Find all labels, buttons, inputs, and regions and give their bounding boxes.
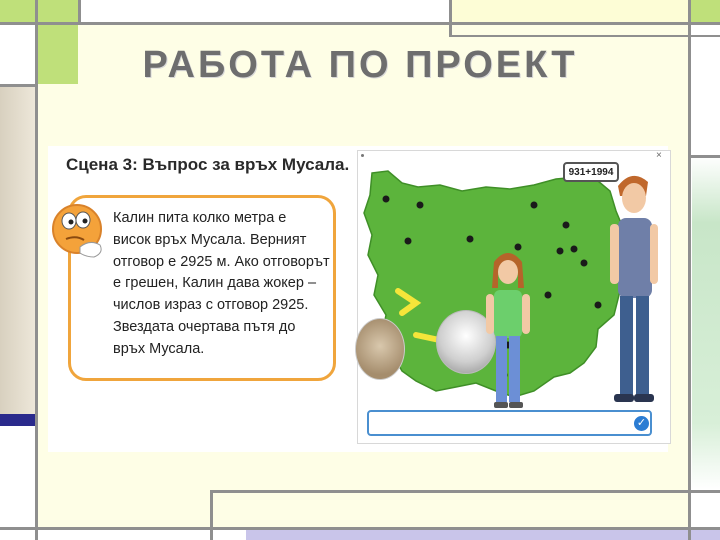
accent-block-left-bottom [0, 414, 35, 426]
speech-line: числов израз с отговор 2925. [113, 297, 309, 314]
frame-line [210, 490, 720, 493]
game-top-dot [361, 154, 364, 157]
speech-text: Калин пита колко метра е висок връх Муса… [113, 208, 345, 361]
accent-block-bottom [246, 530, 720, 540]
speech-line: висок връх Мусала. Верният [113, 231, 307, 248]
frame-line [0, 527, 720, 530]
speech-line: връх Мусала. [113, 340, 205, 357]
frame-line [78, 0, 81, 22]
girl-character [484, 248, 532, 412]
speech-line: отговор е 2925 м. Ако отговорът [113, 253, 330, 270]
answer-input[interactable] [367, 410, 652, 436]
slide-title: РАБОТА ПО ПРОЕКТ [142, 44, 578, 86]
accent-block-left-tan [0, 84, 35, 414]
monastery-photo [355, 318, 405, 380]
frame-line [0, 84, 38, 87]
frame-line [35, 0, 38, 540]
speech-line: е грешен, Калин дава жокер – [113, 275, 317, 292]
frame-line [452, 35, 720, 37]
accent-block-right [692, 156, 720, 490]
hint-badge: 931+1994 [563, 162, 619, 182]
frame-line [690, 155, 720, 158]
accent-block-top-right [452, 0, 690, 22]
frame-line [210, 490, 213, 540]
frame-line [449, 0, 452, 37]
boy-character [606, 168, 658, 410]
speech-line: Звездата очертава пътя до [113, 318, 296, 335]
frame-line [688, 0, 691, 540]
close-icon[interactable]: × [656, 150, 662, 161]
accent-block-top-right-2 [690, 0, 720, 22]
speech-line: Калин пита колко метра е [113, 210, 287, 226]
check-icon[interactable]: ✓ [634, 416, 649, 431]
frame-line [0, 22, 720, 25]
accent-block-top-left [0, 0, 78, 22]
scene-heading: Сцена 3: Въпрос за връх Мусала. [66, 155, 350, 174]
thinking-face-icon [50, 195, 108, 263]
